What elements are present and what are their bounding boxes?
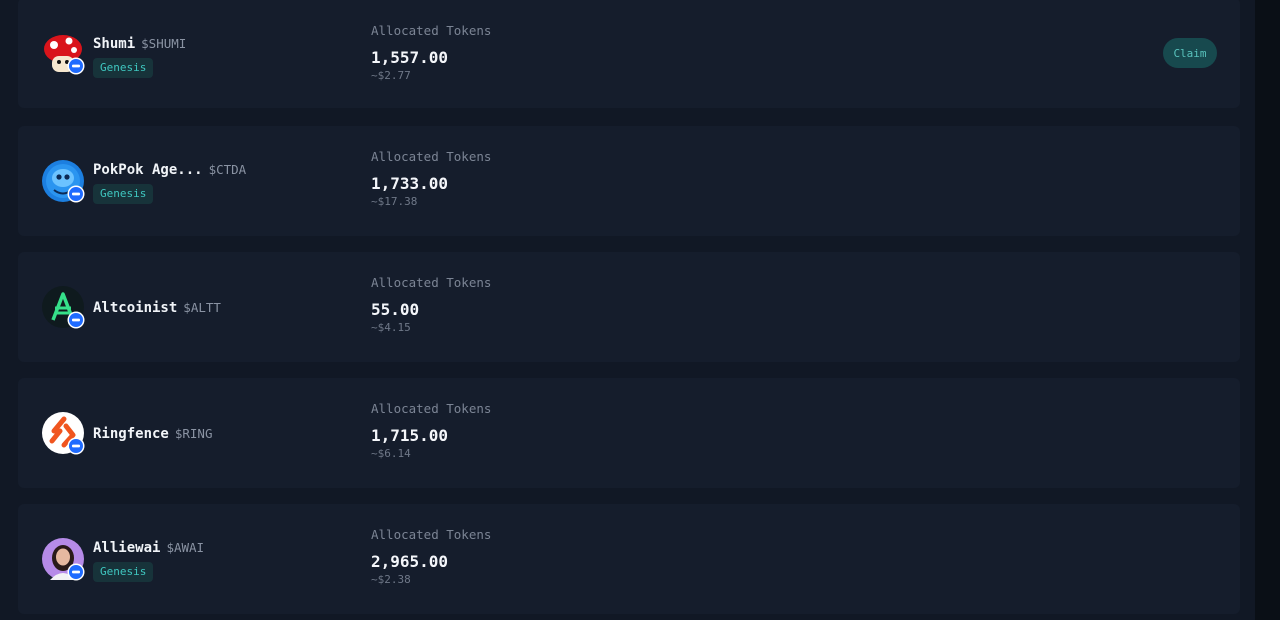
allocation-info: Allocated Tokens 1,733.00 ~$17.38 bbox=[371, 149, 491, 209]
chain-badge-icon bbox=[67, 311, 85, 329]
allocated-amount: 55.00 bbox=[371, 300, 420, 319]
altcoinist-logo-icon bbox=[42, 286, 85, 329]
mushroom-avatar-icon bbox=[42, 32, 85, 75]
allocation-info: Allocated Tokens 2,965.00 ~$2.38 bbox=[371, 527, 491, 587]
agent-name[interactable]: Alliewai bbox=[93, 540, 160, 556]
genesis-tag: Genesis bbox=[93, 58, 154, 78]
genesis-tag: Genesis bbox=[93, 562, 154, 582]
allocated-usd-value: ~$6.14 bbox=[371, 447, 411, 460]
allocated-tokens-label: Allocated Tokens bbox=[371, 401, 492, 416]
page-edge bbox=[1255, 0, 1280, 620]
allocation-info: Allocated Tokens 1,715.00 ~$6.14 bbox=[371, 401, 491, 461]
agent-name[interactable]: Shumi bbox=[93, 36, 135, 52]
allocated-amount: 1,557.00 bbox=[371, 48, 449, 67]
allocated-tokens-label: Allocated Tokens bbox=[371, 23, 492, 38]
allocated-usd-value: ~$2.77 bbox=[371, 69, 411, 82]
chain-badge-icon bbox=[67, 185, 85, 203]
allocated-usd-value: ~$4.15 bbox=[371, 321, 411, 334]
agent-name[interactable]: Ringfence bbox=[93, 426, 169, 442]
allocated-tokens-label: Allocated Tokens bbox=[371, 149, 492, 164]
agent-ticker: $SHUMI bbox=[141, 36, 187, 51]
allocation-info: Allocated Tokens 55.00 ~$4.15 bbox=[371, 275, 491, 335]
allocation-info: Allocated Tokens 1,557.00 ~$2.77 bbox=[371, 23, 491, 83]
chain-badge-icon bbox=[67, 563, 85, 581]
allocated-usd-value: ~$2.38 bbox=[371, 573, 411, 586]
ringfence-logo-icon bbox=[42, 412, 85, 455]
agent-info: PokPok Age... $CTDA Genesis bbox=[93, 160, 246, 204]
agent-info: Ringfence $RING bbox=[93, 424, 213, 443]
allocated-amount: 1,733.00 bbox=[371, 174, 449, 193]
agent-info: Shumi $SHUMI Genesis bbox=[93, 34, 186, 78]
genesis-tag: Genesis bbox=[93, 184, 154, 204]
claim-button[interactable]: Claim bbox=[1163, 38, 1217, 68]
allocation-card-alliewai: Alliewai $AWAI Genesis Allocated Tokens 2… bbox=[18, 504, 1240, 614]
blue-creature-avatar-icon bbox=[42, 160, 85, 203]
allocation-card-pokpok: PokPok Age... $CTDA Genesis Allocated Tok… bbox=[18, 126, 1240, 236]
agent-name[interactable]: PokPok Age... bbox=[93, 162, 203, 178]
allocated-amount: 2,965.00 bbox=[371, 552, 449, 571]
agent-info: Altcoinist $ALTT bbox=[93, 298, 221, 317]
agent-ticker: $ALTT bbox=[183, 300, 221, 315]
agent-info: Alliewai $AWAI Genesis bbox=[93, 538, 204, 582]
allocated-tokens-label: Allocated Tokens bbox=[371, 527, 492, 542]
alliewai-avatar-icon bbox=[42, 538, 85, 581]
allocations-panel: Shumi $SHUMI Genesis Allocated Tokens 1,5… bbox=[0, 0, 1255, 620]
agent-name[interactable]: Altcoinist bbox=[93, 300, 177, 316]
allocated-amount: 1,715.00 bbox=[371, 426, 449, 445]
chain-badge-icon bbox=[67, 437, 85, 455]
agent-ticker: $AWAI bbox=[166, 540, 205, 555]
agent-ticker: $CTDA bbox=[208, 162, 247, 177]
chain-badge-icon bbox=[67, 57, 85, 75]
allocation-card-ringfence: Ringfence $RING Allocated Tokens 1,715.00… bbox=[18, 378, 1240, 488]
allocation-card-altcoinist: Altcoinist $ALTT Allocated Tokens 55.00 ~… bbox=[18, 252, 1240, 362]
allocated-usd-value: ~$17.38 bbox=[371, 195, 418, 208]
allocation-card-shumi: Shumi $SHUMI Genesis Allocated Tokens 1,5… bbox=[18, 0, 1240, 108]
allocated-tokens-label: Allocated Tokens bbox=[371, 275, 492, 290]
agent-ticker: $RING bbox=[174, 426, 213, 441]
